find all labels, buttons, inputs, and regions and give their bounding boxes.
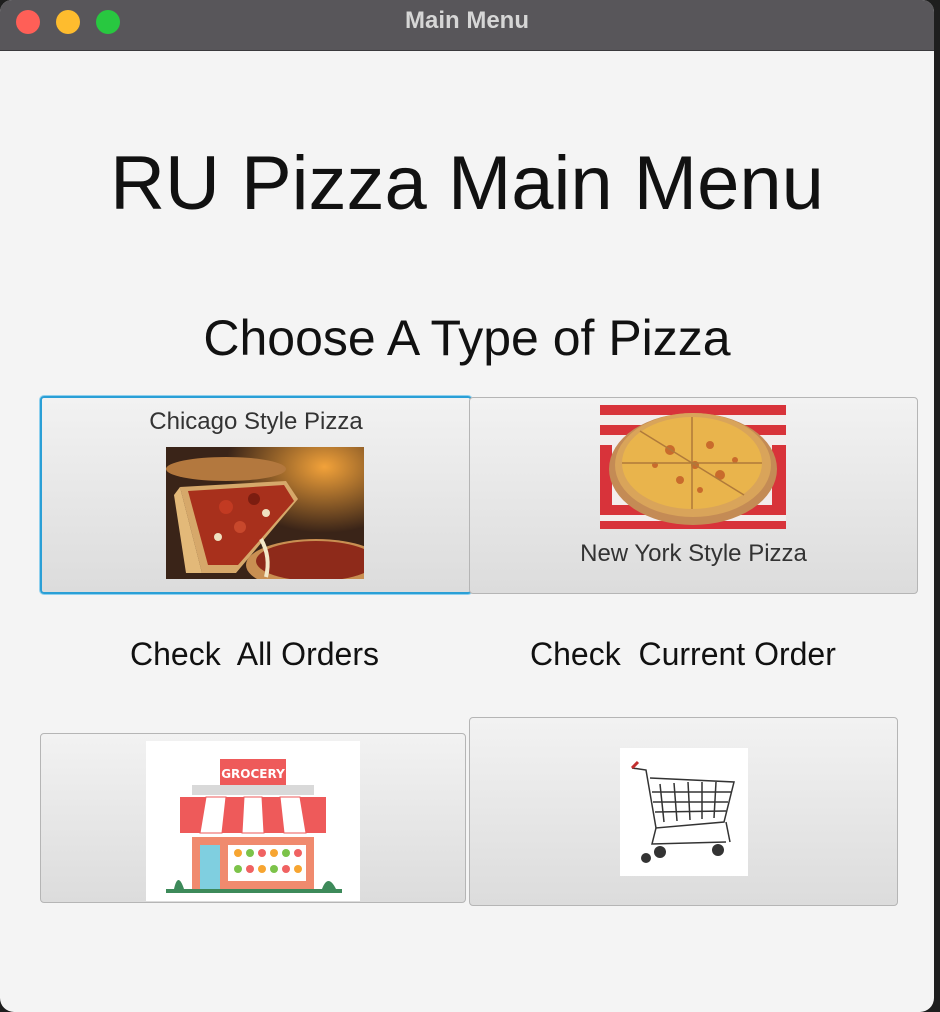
all-orders-button[interactable]: GROCERY	[40, 733, 466, 903]
title-bar[interactable]: Main Menu	[0, 0, 934, 51]
current-order-button[interactable]	[469, 717, 898, 906]
chicago-deep-dish-pizza-image	[166, 447, 364, 579]
new-york-style-pizza-label: New York Style Pizza	[580, 540, 807, 567]
main-menu-window: Main Menu RU Pizza Main Menu Choose A Ty…	[0, 0, 934, 1012]
chicago-style-pizza-button[interactable]: Chicago Style Pizza	[40, 396, 472, 594]
new-york-style-pizza-button[interactable]: New York Style Pizza	[469, 397, 918, 594]
check-current-order-label: Check Current Order	[530, 636, 836, 672]
choose-pizza-heading: Choose A Type of Pizza	[203, 310, 731, 366]
check-all-orders-label: Check All Orders	[130, 636, 379, 672]
window-title: Main Menu	[405, 7, 529, 34]
grocery-store-image: GROCERY	[146, 741, 360, 901]
shopping-cart-image	[620, 748, 748, 876]
new-york-pizza-image	[600, 405, 786, 529]
page-title: RU Pizza Main Menu	[110, 141, 824, 226]
chicago-style-pizza-label: Chicago Style Pizza	[149, 408, 363, 435]
svg-text:GROCERY: GROCERY	[221, 767, 285, 781]
